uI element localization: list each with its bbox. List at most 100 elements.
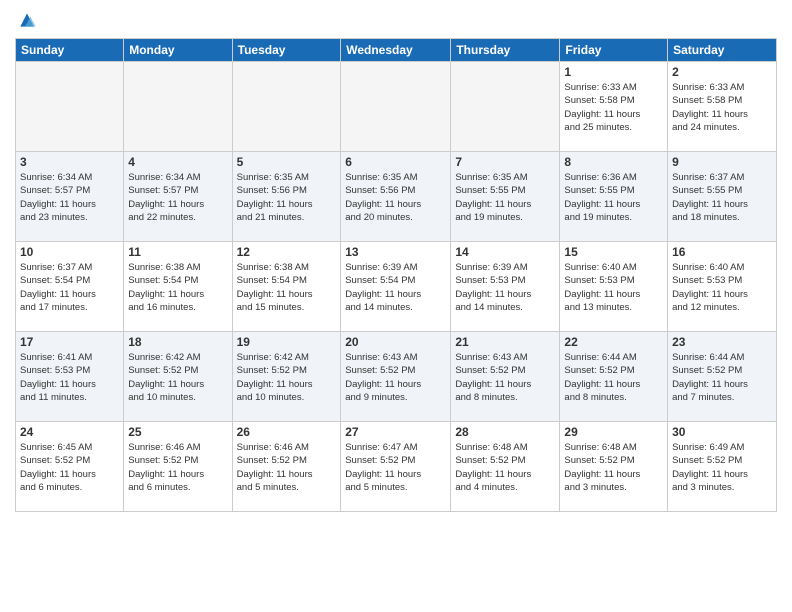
calendar-cell: 4 Sunrise: 6:34 AM Sunset: 5:57 PM Daylig… xyxy=(124,152,232,242)
calendar-cell: 26 Sunrise: 6:46 AM Sunset: 5:52 PM Dayli… xyxy=(232,422,341,512)
day-info: Sunrise: 6:38 AM Sunset: 5:54 PM Dayligh… xyxy=(128,261,227,314)
day-number: 19 xyxy=(237,335,337,349)
day-info: Sunrise: 6:48 AM Sunset: 5:52 PM Dayligh… xyxy=(564,441,663,494)
calendar-week-3: 17 Sunrise: 6:41 AM Sunset: 5:53 PM Dayli… xyxy=(16,332,777,422)
calendar-cell: 30 Sunrise: 6:49 AM Sunset: 5:52 PM Dayli… xyxy=(668,422,777,512)
calendar-cell: 24 Sunrise: 6:45 AM Sunset: 5:52 PM Dayli… xyxy=(16,422,124,512)
day-info: Sunrise: 6:49 AM Sunset: 5:52 PM Dayligh… xyxy=(672,441,772,494)
day-number: 18 xyxy=(128,335,227,349)
calendar-cell: 14 Sunrise: 6:39 AM Sunset: 5:53 PM Dayli… xyxy=(451,242,560,332)
calendar-cell: 15 Sunrise: 6:40 AM Sunset: 5:53 PM Dayli… xyxy=(560,242,668,332)
day-info: Sunrise: 6:35 AM Sunset: 5:55 PM Dayligh… xyxy=(455,171,555,224)
calendar-header-tuesday: Tuesday xyxy=(232,39,341,62)
calendar-cell: 1Sunrise: 6:33 AM Sunset: 5:58 PM Daylig… xyxy=(560,62,668,152)
day-number: 28 xyxy=(455,425,555,439)
page: SundayMondayTuesdayWednesdayThursdayFrid… xyxy=(0,0,792,612)
day-info: Sunrise: 6:36 AM Sunset: 5:55 PM Dayligh… xyxy=(564,171,663,224)
calendar-table: SundayMondayTuesdayWednesdayThursdayFrid… xyxy=(15,38,777,512)
day-number: 10 xyxy=(20,245,119,259)
day-number: 6 xyxy=(345,155,446,169)
calendar-week-0: 1Sunrise: 6:33 AM Sunset: 5:58 PM Daylig… xyxy=(16,62,777,152)
calendar-cell xyxy=(16,62,124,152)
calendar-cell: 11 Sunrise: 6:38 AM Sunset: 5:54 PM Dayli… xyxy=(124,242,232,332)
day-number: 9 xyxy=(672,155,772,169)
day-info: Sunrise: 6:45 AM Sunset: 5:52 PM Dayligh… xyxy=(20,441,119,494)
calendar-cell: 19Sunrise: 6:42 AM Sunset: 5:52 PM Dayli… xyxy=(232,332,341,422)
calendar-cell: 23 Sunrise: 6:44 AM Sunset: 5:52 PM Dayli… xyxy=(668,332,777,422)
day-number: 21 xyxy=(455,335,555,349)
day-info: Sunrise: 6:43 AM Sunset: 5:52 PM Dayligh… xyxy=(455,351,555,404)
day-number: 23 xyxy=(672,335,772,349)
day-number: 22 xyxy=(564,335,663,349)
day-info: Sunrise: 6:43 AM Sunset: 5:52 PM Dayligh… xyxy=(345,351,446,404)
day-info: Sunrise: 6:33 AM Sunset: 5:58 PM Dayligh… xyxy=(564,81,663,134)
day-number: 2 xyxy=(672,65,772,79)
day-info: Sunrise: 6:38 AM Sunset: 5:54 PM Dayligh… xyxy=(237,261,337,314)
day-info: Sunrise: 6:46 AM Sunset: 5:52 PM Dayligh… xyxy=(237,441,337,494)
day-info: Sunrise: 6:37 AM Sunset: 5:54 PM Dayligh… xyxy=(20,261,119,314)
day-number: 30 xyxy=(672,425,772,439)
calendar-week-1: 3 Sunrise: 6:34 AM Sunset: 5:57 PM Daylig… xyxy=(16,152,777,242)
calendar-cell: 2 Sunrise: 6:33 AM Sunset: 5:58 PM Daylig… xyxy=(668,62,777,152)
calendar-cell: 7 Sunrise: 6:35 AM Sunset: 5:55 PM Daylig… xyxy=(451,152,560,242)
day-number: 8 xyxy=(564,155,663,169)
day-number: 27 xyxy=(345,425,446,439)
calendar-header-sunday: Sunday xyxy=(16,39,124,62)
calendar-cell xyxy=(232,62,341,152)
calendar-cell: 5Sunrise: 6:35 AM Sunset: 5:56 PM Daylig… xyxy=(232,152,341,242)
logo xyxy=(15,10,37,30)
day-number: 4 xyxy=(128,155,227,169)
calendar-cell xyxy=(451,62,560,152)
day-number: 26 xyxy=(237,425,337,439)
day-number: 7 xyxy=(455,155,555,169)
calendar-cell: 6 Sunrise: 6:35 AM Sunset: 5:56 PM Daylig… xyxy=(341,152,451,242)
calendar-header-monday: Monday xyxy=(124,39,232,62)
calendar-cell: 29 Sunrise: 6:48 AM Sunset: 5:52 PM Dayli… xyxy=(560,422,668,512)
day-number: 17 xyxy=(20,335,119,349)
day-number: 11 xyxy=(128,245,227,259)
day-info: Sunrise: 6:47 AM Sunset: 5:52 PM Dayligh… xyxy=(345,441,446,494)
day-info: Sunrise: 6:35 AM Sunset: 5:56 PM Dayligh… xyxy=(345,171,446,224)
calendar-header-row: SundayMondayTuesdayWednesdayThursdayFrid… xyxy=(16,39,777,62)
day-number: 25 xyxy=(128,425,227,439)
day-number: 13 xyxy=(345,245,446,259)
calendar-cell: 20Sunrise: 6:43 AM Sunset: 5:52 PM Dayli… xyxy=(341,332,451,422)
day-info: Sunrise: 6:39 AM Sunset: 5:54 PM Dayligh… xyxy=(345,261,446,314)
day-info: Sunrise: 6:40 AM Sunset: 5:53 PM Dayligh… xyxy=(672,261,772,314)
day-number: 16 xyxy=(672,245,772,259)
day-info: Sunrise: 6:34 AM Sunset: 5:57 PM Dayligh… xyxy=(20,171,119,224)
day-info: Sunrise: 6:37 AM Sunset: 5:55 PM Dayligh… xyxy=(672,171,772,224)
day-info: Sunrise: 6:44 AM Sunset: 5:52 PM Dayligh… xyxy=(672,351,772,404)
calendar-cell: 12 Sunrise: 6:38 AM Sunset: 5:54 PM Dayli… xyxy=(232,242,341,332)
calendar-cell: 9 Sunrise: 6:37 AM Sunset: 5:55 PM Daylig… xyxy=(668,152,777,242)
calendar-week-2: 10 Sunrise: 6:37 AM Sunset: 5:54 PM Dayli… xyxy=(16,242,777,332)
calendar-header-wednesday: Wednesday xyxy=(341,39,451,62)
day-number: 12 xyxy=(237,245,337,259)
calendar-cell: 8 Sunrise: 6:36 AM Sunset: 5:55 PM Daylig… xyxy=(560,152,668,242)
calendar-header-saturday: Saturday xyxy=(668,39,777,62)
day-number: 14 xyxy=(455,245,555,259)
day-info: Sunrise: 6:34 AM Sunset: 5:57 PM Dayligh… xyxy=(128,171,227,224)
day-info: Sunrise: 6:41 AM Sunset: 5:53 PM Dayligh… xyxy=(20,351,119,404)
calendar-cell xyxy=(124,62,232,152)
calendar-cell: 16 Sunrise: 6:40 AM Sunset: 5:53 PM Dayli… xyxy=(668,242,777,332)
calendar-cell: 21 Sunrise: 6:43 AM Sunset: 5:52 PM Dayli… xyxy=(451,332,560,422)
logo-icon xyxy=(17,10,37,30)
day-info: Sunrise: 6:33 AM Sunset: 5:58 PM Dayligh… xyxy=(672,81,772,134)
day-info: Sunrise: 6:40 AM Sunset: 5:53 PM Dayligh… xyxy=(564,261,663,314)
calendar-cell: 10 Sunrise: 6:37 AM Sunset: 5:54 PM Dayli… xyxy=(16,242,124,332)
calendar-header-thursday: Thursday xyxy=(451,39,560,62)
calendar-cell: 18 Sunrise: 6:42 AM Sunset: 5:52 PM Dayli… xyxy=(124,332,232,422)
calendar-cell: 28Sunrise: 6:48 AM Sunset: 5:52 PM Dayli… xyxy=(451,422,560,512)
calendar-week-4: 24 Sunrise: 6:45 AM Sunset: 5:52 PM Dayli… xyxy=(16,422,777,512)
day-number: 24 xyxy=(20,425,119,439)
day-number: 29 xyxy=(564,425,663,439)
day-info: Sunrise: 6:39 AM Sunset: 5:53 PM Dayligh… xyxy=(455,261,555,314)
day-number: 5 xyxy=(237,155,337,169)
calendar-cell xyxy=(341,62,451,152)
day-number: 15 xyxy=(564,245,663,259)
calendar-cell: 13 Sunrise: 6:39 AM Sunset: 5:54 PM Dayli… xyxy=(341,242,451,332)
day-number: 3 xyxy=(20,155,119,169)
calendar-cell: 25Sunrise: 6:46 AM Sunset: 5:52 PM Dayli… xyxy=(124,422,232,512)
day-info: Sunrise: 6:42 AM Sunset: 5:52 PM Dayligh… xyxy=(128,351,227,404)
